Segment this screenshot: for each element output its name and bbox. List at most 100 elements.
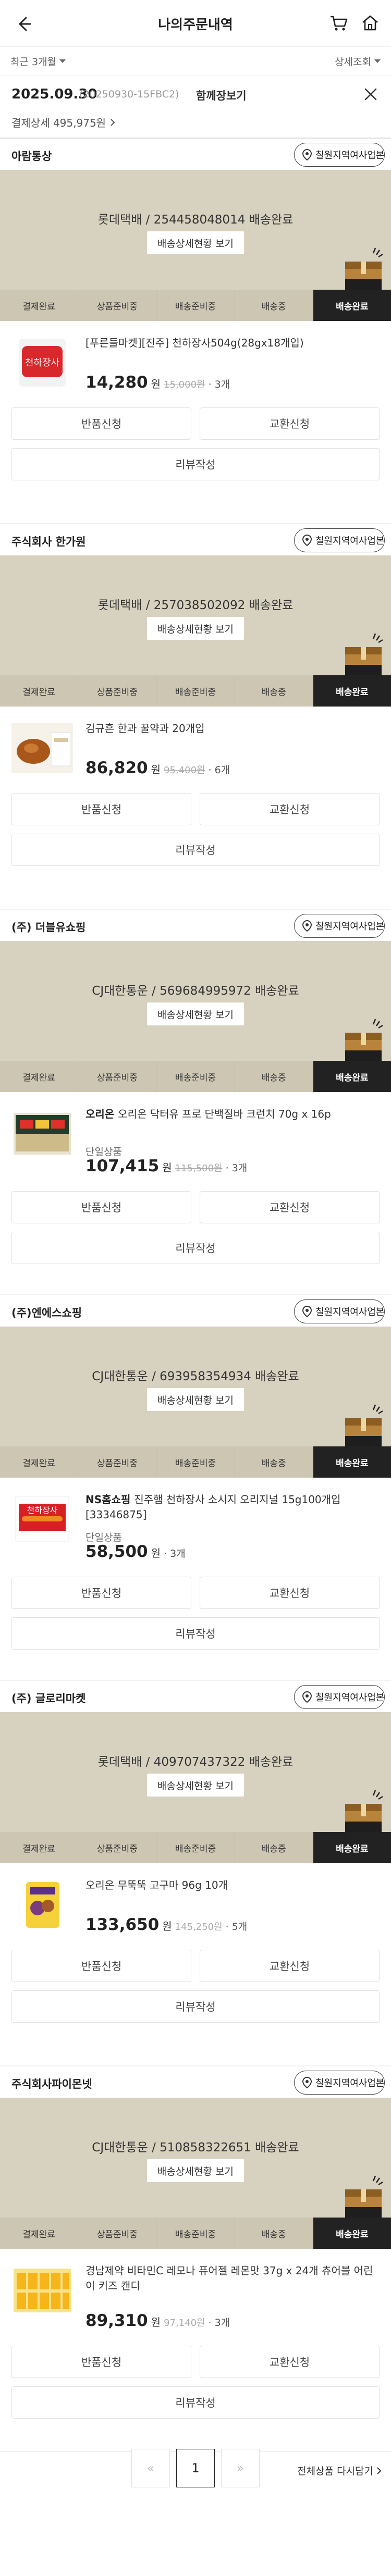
shipping-panel: CJ대한통운 / 693958354934 배송완료 배송상세현황 보기: [0, 1327, 391, 1446]
currency-unit: 원: [151, 763, 161, 776]
write-review-button[interactable]: 리뷰작성: [11, 1617, 380, 1650]
product-name[interactable]: [푸른들마켓][진주] 천하장사504g(28gx18개입): [85, 336, 377, 351]
write-review-button[interactable]: 리뷰작성: [11, 1990, 380, 2023]
step-payment-complete: 결제완료: [0, 290, 79, 321]
page-button-current[interactable]: 1: [176, 2449, 215, 2487]
product-name[interactable]: 경남제약 비타민C 레모나 퓨어젤 레몬맛 37g x 24개 츄어블 어린이 …: [85, 2263, 377, 2294]
product-title: 김규흔 한과 꿀약과 20개입: [85, 722, 205, 735]
shop-name: 아람통상: [11, 150, 52, 163]
step-delivered: 배송완료: [313, 1446, 391, 1478]
location-button[interactable]: 칠원지역여사업본부: [294, 914, 385, 938]
app: 나의주문내역 최근 3개월 상세조회 2025.09.30 (20250930-…: [0, 0, 391, 2576]
product-thumbnail[interactable]: [11, 1876, 73, 1934]
shop-section: 아람통상 칠원지역여사업본부 롯데택배 / 254458048014 배송완료 …: [0, 139, 391, 524]
shop-list: 아람통상 칠원지역여사업본부 롯데택배 / 254458048014 배송완료 …: [0, 139, 391, 2452]
product-row[interactable]: 천하장사 [푸른들마켓][진주] 천하장사504g(28gx18개입) 14,2…: [0, 321, 391, 404]
product-thumbnail[interactable]: 천하장사: [11, 1490, 73, 1549]
tracking-detail-button[interactable]: 배송상세현황 보기: [147, 2159, 244, 2182]
shop-name: (주) 글로리마켓: [11, 1692, 86, 1705]
order-actions: 반품신청 교환신청 리뷰작성: [11, 2346, 380, 2427]
original-price: 145,250원: [175, 1922, 223, 1933]
write-review-button[interactable]: 리뷰작성: [11, 1232, 380, 1264]
chevron-right-icon: [111, 118, 115, 126]
product-name[interactable]: 오리온 오리온 닥터유 프로 단백질바 크런치 70g x 16p: [85, 1107, 377, 1122]
write-review-button[interactable]: 리뷰작성: [11, 448, 380, 480]
return-request-button[interactable]: 반품신청: [11, 407, 191, 440]
tracking-detail-button[interactable]: 배송상세현황 보기: [147, 231, 244, 254]
product-row[interactable]: 오리온 오리온 닥터유 프로 단백질바 크런치 70g x 16p 단일상품 1…: [0, 1092, 391, 1188]
product-thumbnail[interactable]: [11, 719, 73, 777]
product-price-line: 86,820 원 95,400원 · 6개: [85, 759, 230, 777]
step-delivered: 배송완료: [313, 675, 391, 707]
shipping-status-text: 롯데택배 / 409707437322 배송완료: [97, 1755, 294, 1769]
tracking-detail-button[interactable]: 배송상세현황 보기: [147, 1388, 244, 1411]
product-thumbnail[interactable]: [11, 2261, 73, 2320]
product-name[interactable]: 오리온 무뚝뚝 고구마 96g 10개: [85, 1878, 377, 1893]
step-preparing-product: 상품준비중: [78, 1832, 157, 1863]
exchange-request-button[interactable]: 교환신청: [200, 1950, 380, 1982]
period-filter[interactable]: 최근 3개월: [10, 54, 66, 68]
product-price: 14,280: [85, 373, 148, 392]
exchange-request-button[interactable]: 교환신청: [200, 2346, 380, 2378]
prev-page-button[interactable]: «: [131, 2449, 170, 2487]
product-row[interactable]: 천하장사 NS홈쇼핑 진주햄 천하장사 소시지 오리지널 15g100개입[33…: [0, 1478, 391, 1574]
exchange-request-button[interactable]: 교환신청: [200, 1191, 380, 1223]
product-quantity: · 3개: [164, 1548, 186, 1559]
product-thumbnail[interactable]: 천하장사: [11, 333, 73, 392]
order-actions: 반품신청 교환신청 리뷰작성: [11, 793, 380, 874]
shipping-status-text: CJ대한통운 / 510858322651 배송완료: [92, 2141, 299, 2154]
write-review-button[interactable]: 리뷰작성: [11, 834, 380, 866]
delivery-steps: 결제완료 상품준비중 배송준비중 배송중 배송완료: [0, 1832, 391, 1863]
shipping-status-text: 롯데택배 / 257038502092 배송완료: [97, 599, 294, 612]
cart-icon[interactable]: [327, 11, 350, 34]
next-page-button[interactable]: »: [221, 2449, 260, 2487]
product-row[interactable]: 김규흔 한과 꿀약과 20개입 86,820 원 95,400원 · 6개: [0, 707, 391, 790]
home-icon[interactable]: [359, 11, 382, 34]
step-payment-complete: 결제완료: [0, 1061, 79, 1092]
product-row[interactable]: 오리온 무뚝뚝 고구마 96g 10개 133,650 원 145,250원 ·…: [0, 1863, 391, 1947]
tracking-detail-button[interactable]: 배송상세현황 보기: [147, 617, 244, 640]
location-button[interactable]: 칠원지역여사업본부: [294, 528, 385, 552]
product-name[interactable]: 김규흔 한과 꿀약과 20개입: [85, 721, 377, 736]
detail-search[interactable]: 상세조회: [335, 54, 381, 68]
write-review-button[interactable]: 리뷰작성: [11, 2386, 380, 2419]
return-request-button[interactable]: 반품신청: [11, 793, 191, 825]
location-button[interactable]: 칠원지역여사업본부: [294, 1299, 385, 1323]
step-preparing-product: 상품준비중: [78, 1061, 157, 1092]
shop-section: 주식회사파이몬넷 칠원지역여사업본부 CJ대한통운 / 510858322651…: [0, 2066, 391, 2452]
step-preparing-delivery: 배송준비중: [156, 1832, 235, 1863]
product-price-line: 89,310 원 97,140원 · 3개: [85, 2311, 230, 2330]
product-seller: 오리온: [85, 1108, 118, 1120]
location-button[interactable]: 칠원지역여사업본부: [294, 2071, 385, 2095]
delivery-steps: 결제완료 상품준비중 배송준비중 배송중 배송완료: [0, 290, 391, 321]
merge-shopping-link[interactable]: 함께장보기: [196, 88, 247, 103]
exchange-request-button[interactable]: 교환신청: [200, 1577, 380, 1609]
product-thumbnail[interactable]: [11, 1105, 73, 1163]
location-pin-icon: [302, 1305, 312, 1318]
return-request-button[interactable]: 반품신청: [11, 2346, 191, 2378]
product-price-line: 58,500 원 · 3개: [85, 1542, 186, 1561]
location-button[interactable]: 칠원지역여사업본부: [294, 1685, 385, 1709]
product-price: 107,415: [85, 1157, 160, 1175]
return-request-button[interactable]: 반품신청: [11, 1191, 191, 1223]
close-icon[interactable]: [361, 84, 381, 104]
tracking-detail-button[interactable]: 배송상세현황 보기: [147, 1002, 244, 1025]
step-preparing-product: 상품준비중: [78, 2218, 157, 2249]
payment-detail-link[interactable]: 결제상세 495,975원: [11, 115, 115, 130]
exchange-request-button[interactable]: 교환신청: [200, 793, 380, 825]
return-request-button[interactable]: 반품신청: [11, 1950, 191, 1982]
product-price: 86,820: [85, 759, 148, 777]
tracking-detail-button[interactable]: 배송상세현황 보기: [147, 1774, 244, 1797]
product-quantity: · 5개: [225, 1921, 248, 1933]
product-name[interactable]: NS홈쇼핑 진주햄 천하장사 소시지 오리지널 15g100개입[3334687…: [85, 1492, 377, 1522]
product-row[interactable]: 경남제약 비타민C 레모나 퓨어젤 레몬맛 37g x 24개 츄어블 어린이 …: [0, 2249, 391, 2343]
exchange-request-button[interactable]: 교환신청: [200, 407, 380, 440]
step-payment-complete: 결제완료: [0, 2218, 79, 2249]
product-price: 89,310: [85, 2311, 148, 2330]
step-in-transit: 배송중: [235, 1832, 313, 1863]
shop-name: (주) 더블유쇼핑: [11, 921, 86, 934]
return-request-button[interactable]: 반품신청: [11, 1577, 191, 1609]
filter-bar: 최근 3개월 상세조회: [0, 47, 391, 76]
shop-header: 아람통상 칠원지역여사업본부: [0, 139, 391, 170]
location-button[interactable]: 칠원지역여사업본부: [294, 143, 385, 167]
